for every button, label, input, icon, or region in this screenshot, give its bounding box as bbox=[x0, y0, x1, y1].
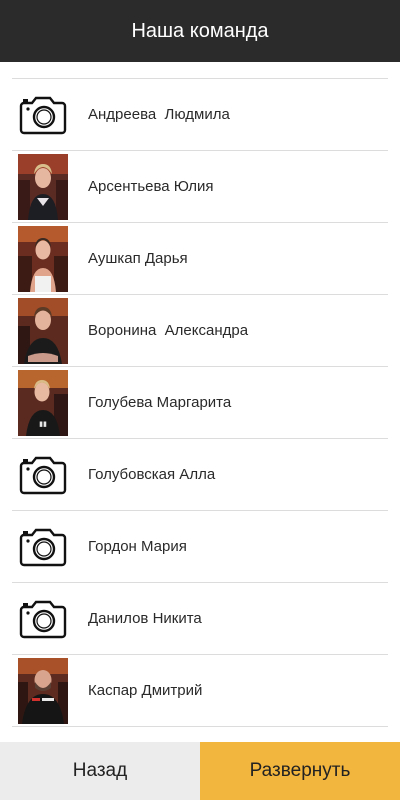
camera-icon bbox=[18, 514, 68, 580]
page-title: Наша команда bbox=[131, 19, 269, 42]
team-list[interactable]: Андреева Людмила Арсентьева Юлия Аушкап … bbox=[0, 62, 400, 742]
list-item[interactable]: Воронина Александра bbox=[12, 295, 388, 367]
list-item[interactable]: Голубовская Алла bbox=[12, 439, 388, 511]
camera-icon bbox=[18, 586, 68, 652]
member-photo bbox=[18, 297, 68, 364]
app-header: Наша команда bbox=[0, 0, 400, 62]
back-button[interactable]: Назад bbox=[0, 742, 200, 800]
member-name: Арсентьева Юлия bbox=[88, 178, 214, 195]
member-photo bbox=[18, 153, 68, 220]
member-name: Голубовская Алла bbox=[88, 466, 216, 483]
camera-icon bbox=[18, 82, 68, 148]
list-item[interactable]: ▮▮ Голубева Маргарита bbox=[12, 367, 388, 439]
list-item[interactable]: Гордон Мария bbox=[12, 511, 388, 583]
member-name: Аушкап Дарья bbox=[88, 250, 188, 267]
svg-text:▮▮: ▮▮ bbox=[39, 421, 47, 428]
list-item[interactable]: Андреева Людмила bbox=[12, 79, 388, 151]
member-name: Гордон Мария bbox=[88, 538, 187, 555]
camera-icon bbox=[18, 442, 68, 508]
list-item[interactable]: Данилов Никита bbox=[12, 583, 388, 655]
member-photo bbox=[18, 225, 68, 292]
member-name: Андреева Людмила bbox=[88, 106, 230, 123]
list-item[interactable]: Арсентьева Юлия bbox=[12, 151, 388, 223]
member-name: Каспар Дмитрий bbox=[88, 682, 203, 699]
member-name: Данилов Никита bbox=[88, 610, 202, 627]
list-item[interactable]: Аушкап Дарья bbox=[12, 223, 388, 295]
member-photo: ▮▮ bbox=[18, 369, 68, 436]
member-name: Воронина Александра bbox=[88, 322, 249, 339]
member-name: Голубева Маргарита bbox=[88, 394, 232, 411]
expand-button[interactable]: Развернуть bbox=[200, 742, 400, 800]
bottom-bar: Назад Развернуть bbox=[0, 742, 400, 800]
list-item[interactable]: Каспар Дмитрий bbox=[12, 655, 388, 727]
member-photo bbox=[18, 657, 68, 724]
